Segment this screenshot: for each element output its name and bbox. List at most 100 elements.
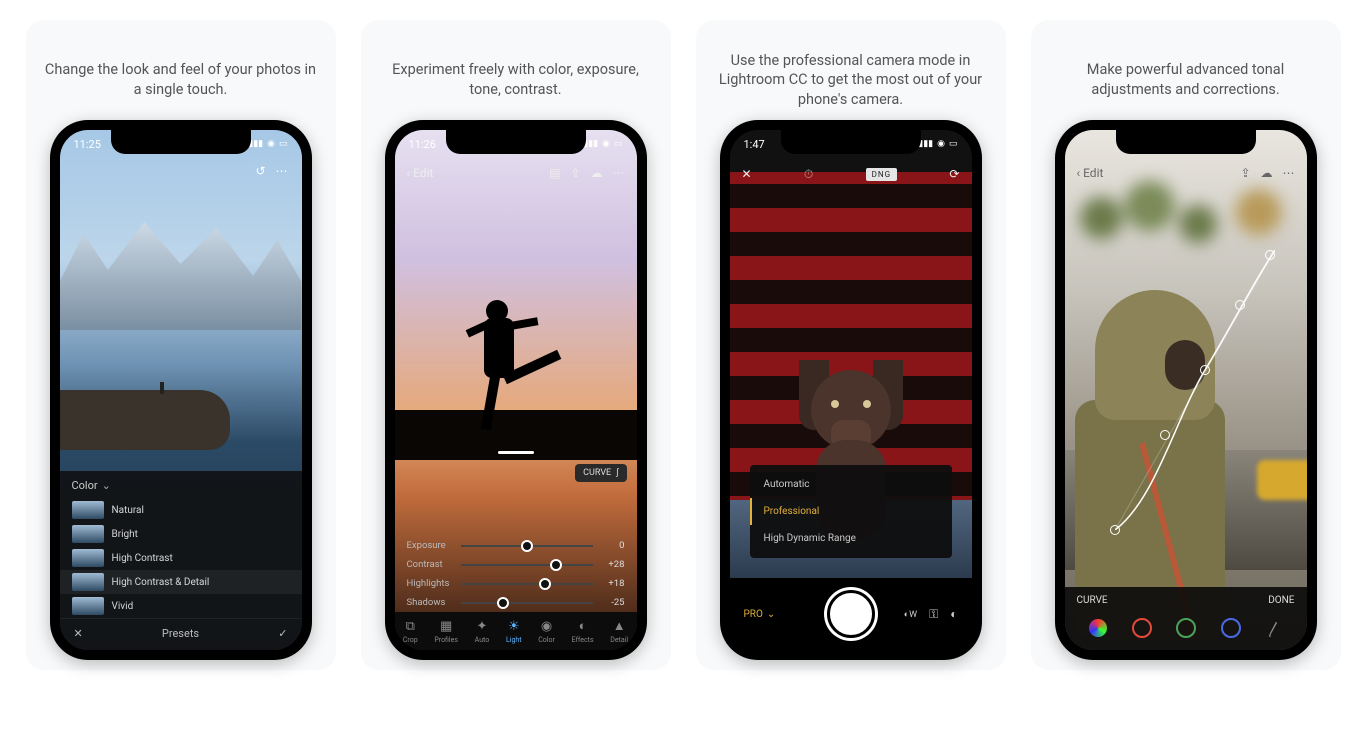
- mode-automatic[interactable]: Automatic: [750, 471, 952, 498]
- back-icon[interactable]: ‹: [1077, 166, 1081, 180]
- auto-icon: ✦: [477, 619, 488, 634]
- phone-frame: ‹ Edit ⇪ ☁ ⋯ CURVE: [1055, 120, 1317, 660]
- status-icons: ▮▮▮ ◉ ▭: [918, 139, 957, 149]
- timer-icon[interactable]: ⏱: [804, 167, 813, 182]
- preset-item[interactable]: High Contrast: [60, 546, 302, 570]
- tool-detail[interactable]: ▲Detail: [610, 618, 628, 644]
- channel-green[interactable]: [1176, 618, 1196, 638]
- slider-knob[interactable]: [521, 540, 533, 552]
- status-time: 1:47: [744, 138, 765, 151]
- phone-frame: 11:25 ▮▮▮ ◉ ▭ ↺ ⋯ Color Natural: [50, 120, 312, 660]
- crop-icon: ⧉: [406, 619, 415, 634]
- filmstrip-icon[interactable]: ▤: [549, 166, 560, 180]
- slider-knob[interactable]: [497, 597, 509, 609]
- tool-crop[interactable]: ⧉Crop: [403, 619, 418, 644]
- screenshot-panel-3: Use the professional camera mode in Ligh…: [696, 20, 1006, 670]
- preset-thumb: [72, 501, 104, 519]
- confirm-icon[interactable]: ✓: [278, 627, 287, 640]
- channel-red[interactable]: [1132, 618, 1152, 638]
- slider-shadows[interactable]: Shadows -25: [395, 593, 637, 612]
- slider-knob[interactable]: [539, 578, 551, 590]
- status-icons: ▮▮▮ ◉ ▭: [248, 139, 287, 149]
- tool-light[interactable]: ☀Light: [506, 619, 522, 644]
- slider-knob[interactable]: [550, 559, 562, 571]
- phone-notch: [111, 130, 251, 154]
- preset-thumb: [72, 549, 104, 567]
- edit-header: ‹ Edit ▤ ⇪ ☁ ⋯: [395, 160, 637, 186]
- white-balance-button[interactable]: ◐W: [904, 609, 917, 620]
- channel-rgb[interactable]: [1089, 619, 1107, 637]
- tool-auto[interactable]: ✦Auto: [475, 619, 490, 644]
- dng-format-chip[interactable]: DNG: [866, 168, 897, 181]
- status-icons: ▮▮▮ ◉ ▭: [583, 139, 622, 149]
- preset-item[interactable]: Bright: [60, 522, 302, 546]
- channel-blue[interactable]: [1221, 618, 1241, 638]
- top-action-icons: ↺ ⋯: [255, 164, 287, 178]
- curve-point[interactable]: [1235, 300, 1245, 310]
- slider-contrast[interactable]: Contrast +28: [395, 555, 637, 574]
- done-button[interactable]: DONE: [1268, 595, 1294, 606]
- share-icon[interactable]: ⇪: [1240, 166, 1250, 180]
- wifi-icon: ◉: [937, 139, 945, 149]
- lock-icon[interactable]: ⚿: [929, 607, 938, 622]
- close-icon[interactable]: ✕: [74, 627, 83, 640]
- preset-item[interactable]: High Contrast & Detail: [60, 570, 302, 594]
- panel-caption: Change the look and feel of your photos …: [36, 40, 326, 120]
- curve-point[interactable]: [1265, 250, 1275, 260]
- presets-label: Presets: [162, 627, 199, 640]
- screenshot-panel-2: Experiment freely with color, exposure, …: [361, 20, 671, 670]
- screenshot-panel-1: Change the look and feel of your photos …: [26, 20, 336, 670]
- curve-point[interactable]: [1160, 430, 1170, 440]
- tool-effects[interactable]: ◐Effects: [572, 618, 594, 644]
- chevron-down-icon: ⌄: [767, 609, 775, 620]
- parametric-icon[interactable]: 〳: [1266, 616, 1282, 640]
- back-icon[interactable]: ‹: [407, 166, 411, 180]
- tool-color[interactable]: ◉Color: [538, 619, 555, 644]
- presets-panel: Color Natural Bright High Contrast High …: [60, 471, 302, 650]
- curve-line: [1115, 250, 1275, 530]
- phone-frame: 1:47 ▮▮▮ ◉ ▭ ✕ ⏱ DNG ⟳: [720, 120, 982, 660]
- curve-point[interactable]: [1200, 365, 1210, 375]
- edit-toolbar: ⧉Crop ▦Profiles ✦Auto ☀Light ◉Color ◐Eff…: [395, 612, 637, 650]
- drag-handle[interactable]: [498, 451, 534, 454]
- preset-item[interactable]: Vivid: [60, 594, 302, 618]
- effects-icon: ◐: [579, 618, 587, 634]
- wifi-icon: ◉: [267, 139, 275, 149]
- presets-bottom-bar: ✕ Presets ✓: [60, 618, 302, 650]
- preset-thumb: [72, 597, 104, 615]
- phone-notch: [446, 130, 586, 154]
- cloud-icon[interactable]: ☁: [1261, 166, 1273, 180]
- curve-point[interactable]: [1110, 525, 1120, 535]
- undo-icon[interactable]: ↺: [255, 164, 265, 178]
- light-icon: ☀: [508, 619, 520, 634]
- tone-curve-overlay[interactable]: [1115, 250, 1275, 530]
- mode-hdr[interactable]: High Dynamic Range: [750, 525, 952, 552]
- mode-professional[interactable]: Professional: [750, 498, 952, 525]
- close-icon[interactable]: ✕: [742, 167, 752, 181]
- switch-camera-icon[interactable]: ⟳: [949, 167, 959, 181]
- sliders-group: Exposure 0 Contrast +28 Highlights +18: [395, 530, 637, 612]
- phone-screen: 11:25 ▮▮▮ ◉ ▭ ↺ ⋯ Color Natural: [60, 130, 302, 650]
- phone-notch: [781, 130, 921, 154]
- settings-icon[interactable]: ◐: [950, 607, 957, 621]
- pro-mode-button[interactable]: PRO ⌄: [744, 609, 776, 620]
- edit-label: Edit: [413, 166, 433, 180]
- phone-screen: 1:47 ▮▮▮ ◉ ▭ ✕ ⏱ DNG ⟳: [730, 130, 972, 650]
- slider-exposure[interactable]: Exposure 0: [395, 536, 637, 555]
- edit-header: ‹ Edit ⇪ ☁ ⋯: [1065, 160, 1307, 186]
- phone-notch: [1116, 130, 1256, 154]
- share-icon[interactable]: ⇪: [570, 166, 580, 180]
- more-icon[interactable]: ⋯: [276, 164, 288, 178]
- curve-icon: ∫: [616, 468, 618, 478]
- slider-highlights[interactable]: Highlights +18: [395, 574, 637, 593]
- cloud-icon[interactable]: ☁: [591, 166, 603, 180]
- phone-screen: 11:26 ▮▮▮ ◉ ▭ ‹ Edit ▤ ⇪ ☁ ⋯: [395, 130, 637, 650]
- preset-category-dropdown[interactable]: Color: [60, 471, 302, 498]
- shutter-button[interactable]: [827, 590, 875, 638]
- more-icon[interactable]: ⋯: [1283, 166, 1295, 180]
- curve-button[interactable]: CURVE ∫: [575, 464, 626, 482]
- more-icon[interactable]: ⋯: [613, 166, 625, 180]
- tool-profiles[interactable]: ▦Profiles: [434, 619, 458, 644]
- preset-item[interactable]: Natural: [60, 498, 302, 522]
- panel-caption: Use the professional camera mode in Ligh…: [706, 40, 996, 120]
